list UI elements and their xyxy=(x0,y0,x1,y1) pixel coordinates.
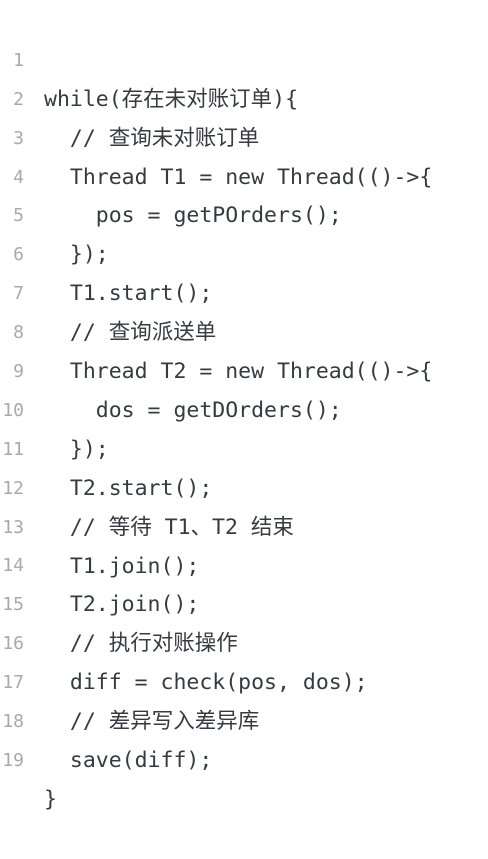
code-line[interactable]: 1 while(存在未对账订单){ xyxy=(0,3,488,112)
code-line[interactable]: 17 // 差异写入差异库 xyxy=(0,625,488,734)
code-line[interactable]: 15 // 执行对账操作 xyxy=(0,547,488,656)
code-line[interactable]: 14 T2.join(); xyxy=(0,509,488,617)
code-line[interactable]: 16 diff = check(pos, dos); xyxy=(0,586,488,695)
line-text[interactable]: save(diff); xyxy=(44,742,212,781)
code-line[interactable]: 19 } xyxy=(0,703,488,812)
code-line[interactable]: 6 T1.start(); xyxy=(0,197,488,306)
code-line[interactable]: 9 dos = getDOrders(); xyxy=(0,314,488,423)
code-line[interactable]: 8 Thread T2 = new Thread(()->{ xyxy=(0,275,488,384)
code-line[interactable]: 2 // 查询未对账订单 xyxy=(0,42,488,151)
line-text[interactable]: } xyxy=(44,781,57,820)
code-line[interactable]: 3 Thread T1 = new Thread(()->{ xyxy=(0,81,488,190)
code-line[interactable]: 10 }); xyxy=(0,353,488,462)
code-line[interactable]: 12 // 等待 T1、T2 结束 xyxy=(0,431,488,540)
code-line[interactable]: 13 T1.join(); xyxy=(0,470,488,579)
code-line[interactable]: 4 pos = getPOrders(); xyxy=(0,120,488,229)
code-line[interactable]: 18 save(diff); xyxy=(0,664,488,773)
code-line[interactable]: 7 // 查询派送单 xyxy=(0,236,488,345)
code-line[interactable]: 11 T2.start(); xyxy=(0,392,488,501)
code-line[interactable]: 5 }); xyxy=(0,159,488,267)
code-editor[interactable]: 1 while(存在未对账订单){ 2 // 查询未对账订单 3 Thread … xyxy=(0,0,488,812)
line-number: 19 xyxy=(2,749,24,771)
